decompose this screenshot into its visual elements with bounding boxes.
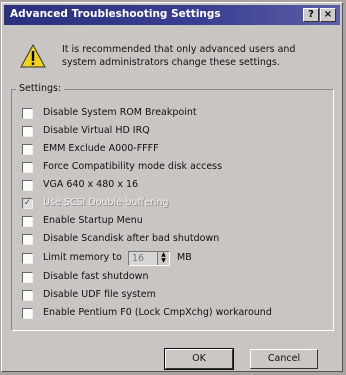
- option-label: Limit memory to: [43, 252, 122, 263]
- checkbox[interactable]: [22, 216, 33, 227]
- memory-unit-label: MB: [177, 252, 192, 263]
- checkbox[interactable]: [22, 162, 33, 173]
- settings-group-label: Settings:: [16, 83, 65, 94]
- warning-message: It is recommended that only advanced use…: [62, 44, 296, 68]
- option-label: Force Compatibility mode disk access: [43, 161, 223, 172]
- help-button[interactable]: ?: [303, 8, 319, 22]
- title-bar[interactable]: Advanced Troubleshooting Settings ? ×: [4, 5, 340, 25]
- memory-limit-spinner[interactable]: 16 ▲ ▼: [128, 251, 170, 266]
- option-label: EMM Exclude A000-FFFF: [43, 143, 159, 154]
- checkbox[interactable]: [22, 144, 33, 155]
- checkbox[interactable]: [22, 308, 33, 319]
- close-button[interactable]: ×: [320, 8, 336, 22]
- checkbox-checked-disabled: ✓: [22, 198, 33, 209]
- option-label: Use SCSI Double-buffering: [43, 197, 169, 208]
- checkbox[interactable]: [22, 290, 33, 301]
- memory-limit-value: 16: [132, 253, 145, 264]
- ok-button[interactable]: OK: [164, 348, 234, 370]
- troubleshooting-dialog: Advanced Troubleshooting Settings ? × It…: [1, 2, 343, 372]
- checkbox[interactable]: [22, 272, 33, 283]
- option-label: Disable UDF file system: [43, 289, 156, 300]
- checkbox[interactable]: [22, 253, 33, 264]
- option-label: Disable Scandisk after bad shutdown: [43, 233, 220, 244]
- option-label: Disable fast shutdown: [43, 271, 149, 282]
- option-label: VGA 640 x 480 x 16: [43, 179, 139, 190]
- option-label: Disable System ROM Breakpoint: [43, 107, 197, 118]
- window-title: Advanced Troubleshooting Settings: [10, 8, 221, 20]
- checkbox[interactable]: [22, 180, 33, 191]
- option-label: Disable Virtual HD IRQ: [43, 125, 150, 136]
- checkbox[interactable]: [22, 234, 33, 245]
- warning-icon: [20, 43, 46, 68]
- spinner-arrows-icon[interactable]: ▲ ▼: [157, 252, 169, 265]
- option-label: Enable Startup Menu: [43, 215, 143, 226]
- checkbox[interactable]: [22, 108, 33, 119]
- option-label: Enable Pentium F0 (Lock CmpXchg) workaro…: [43, 307, 272, 318]
- cancel-button[interactable]: Cancel: [250, 349, 318, 369]
- checkbox[interactable]: [22, 126, 33, 137]
